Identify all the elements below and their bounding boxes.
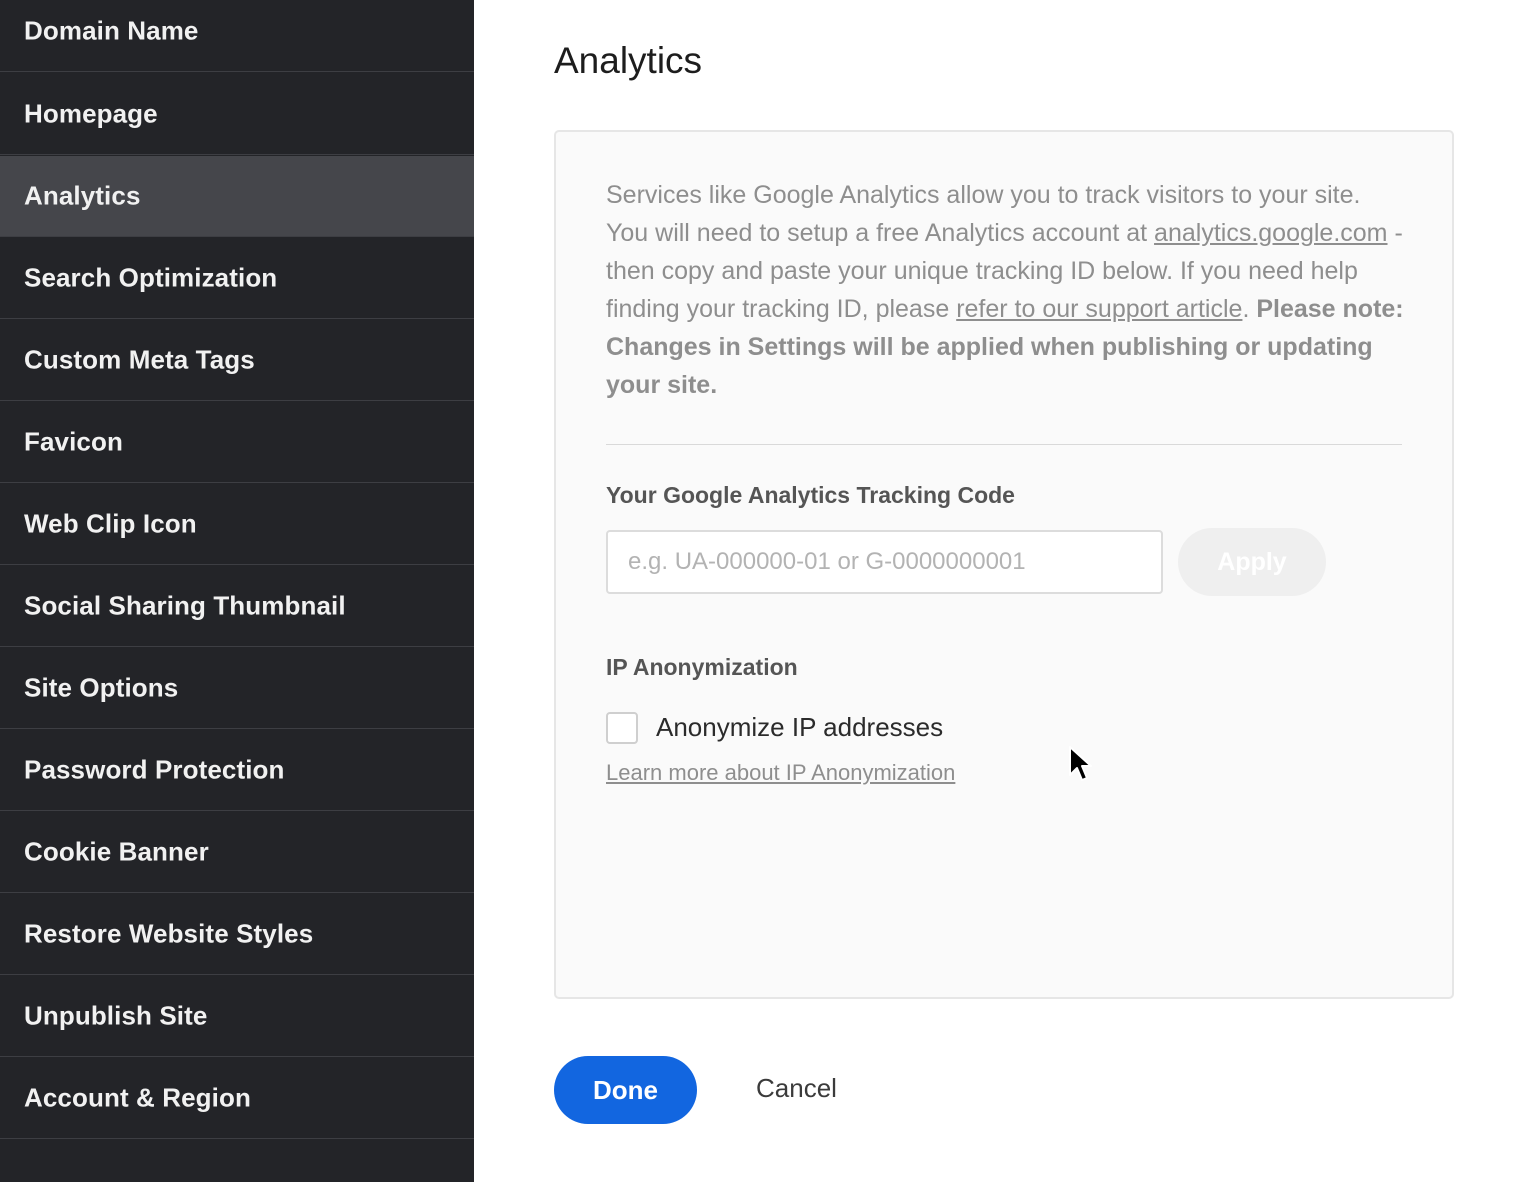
learn-more-ip-link[interactable]: Learn more about IP Anonymization xyxy=(606,760,955,786)
anonymize-ip-checkbox[interactable] xyxy=(606,712,638,744)
anonymize-ip-label[interactable]: Anonymize IP addresses xyxy=(656,712,943,743)
apply-button[interactable]: Apply xyxy=(1178,528,1326,596)
mouse-pointer-icon xyxy=(1069,746,1092,781)
sidebar-item-search-optimization[interactable]: Search Optimization xyxy=(0,238,474,319)
sidebar-item-label: Favicon xyxy=(24,426,123,457)
sidebar-item-label: Password Protection xyxy=(24,754,285,785)
sidebar-item-label: Account & Region xyxy=(24,1082,251,1113)
sidebar-item-social-sharing-thumbnail[interactable]: Social Sharing Thumbnail xyxy=(0,566,474,647)
analytics-google-link[interactable]: analytics.google.com xyxy=(1154,219,1387,247)
sidebar-item-analytics[interactable]: Analytics xyxy=(0,156,474,237)
sidebar-item-label: Domain Name xyxy=(24,15,199,46)
sidebar-item-favicon[interactable]: Favicon xyxy=(0,402,474,483)
ip-anonymization-heading: IP Anonymization xyxy=(606,654,798,680)
sidebar-item-label: Analytics xyxy=(24,180,141,211)
done-button[interactable]: Done xyxy=(554,1056,697,1124)
tracking-code-input[interactable] xyxy=(606,530,1163,594)
sidebar-item-restore-website-styles[interactable]: Restore Website Styles xyxy=(0,894,474,975)
sidebar-item-label: Web Clip Icon xyxy=(24,508,197,539)
sidebar-item-account-region[interactable]: Account & Region xyxy=(0,1058,474,1139)
settings-main: Analytics Services like Google Analytics… xyxy=(474,0,1534,1182)
sidebar-item-label: Homepage xyxy=(24,98,158,129)
description-after-link: . xyxy=(1242,295,1257,323)
tracking-code-label: Your Google Analytics Tracking Code xyxy=(606,482,1015,508)
sidebar-item-label: Restore Website Styles xyxy=(24,918,314,949)
cancel-button[interactable]: Cancel xyxy=(756,1073,837,1104)
section-divider xyxy=(606,444,1402,445)
sidebar-item-label: Search Optimization xyxy=(24,262,278,293)
analytics-description: Services like Google Analytics allow you… xyxy=(606,176,1406,404)
sidebar-item-label: Custom Meta Tags xyxy=(24,344,255,375)
sidebar-item-homepage[interactable]: Homepage xyxy=(0,74,474,155)
sidebar-item-password-protection[interactable]: Password Protection xyxy=(0,730,474,811)
sidebar-item-label: Site Options xyxy=(24,672,179,703)
settings-sidebar: Domain Name Homepage Analytics Search Op… xyxy=(0,0,474,1182)
sidebar-item-cookie-banner[interactable]: Cookie Banner xyxy=(0,812,474,893)
sidebar-item-label: Social Sharing Thumbnail xyxy=(24,590,346,621)
sidebar-item-label: Unpublish Site xyxy=(24,1000,208,1031)
sidebar-item-site-options[interactable]: Site Options xyxy=(0,648,474,729)
page-title: Analytics xyxy=(554,40,703,81)
sidebar-item-domain-name[interactable]: Domain Name xyxy=(0,0,474,72)
support-article-link[interactable]: refer to our support article xyxy=(956,295,1242,323)
sidebar-item-unpublish-site[interactable]: Unpublish Site xyxy=(0,976,474,1057)
sidebar-item-label: Cookie Banner xyxy=(24,836,209,867)
sidebar-item-web-clip-icon[interactable]: Web Clip Icon xyxy=(0,484,474,565)
sidebar-item-custom-meta-tags[interactable]: Custom Meta Tags xyxy=(0,320,474,401)
analytics-panel: Services like Google Analytics allow you… xyxy=(554,130,1454,999)
settings-dialog: Domain Name Homepage Analytics Search Op… xyxy=(0,0,1534,1182)
